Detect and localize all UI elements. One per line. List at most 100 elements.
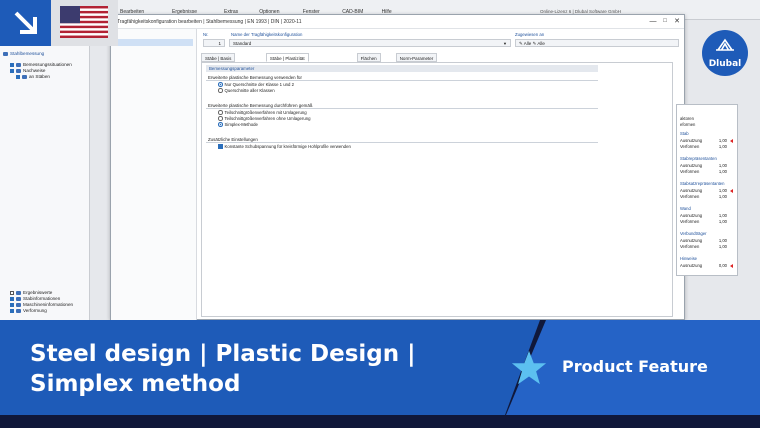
side-item-label: Ausnutzung xyxy=(680,138,703,143)
tree-item[interactable]: Bemessungssituationen xyxy=(10,62,72,67)
radio-option[interactable]: Querschnitte aller Klassen xyxy=(218,88,275,93)
assigned-item-1: Alle xyxy=(523,41,532,46)
minimize-button[interactable]: — xyxy=(648,17,658,26)
tab-3[interactable]: Norm-Parameter xyxy=(395,53,438,62)
option-label: Konstante Schubspannung für kreisförmige… xyxy=(224,144,351,149)
maximize-button[interactable]: □ xyxy=(660,17,670,26)
tree-checkbox[interactable] xyxy=(10,302,14,307)
radio-option[interactable]: Teilschnittgrößenverfahren mit Umlagerun… xyxy=(218,110,307,115)
tree-checkbox[interactable] xyxy=(10,290,14,295)
warning-marker-icon xyxy=(730,263,733,268)
chevron-down-icon[interactable]: ▼ xyxy=(503,40,507,47)
tree-checkbox[interactable] xyxy=(10,296,14,301)
tab-1[interactable]: Stäbe | Plastizität xyxy=(265,53,309,62)
tab-content: Bemessungsparameter Erweiterte plastisch… xyxy=(201,62,673,317)
assigned-item-2: Alle xyxy=(537,41,545,46)
folder-icon xyxy=(16,308,21,313)
option-label: Simplex-Methode xyxy=(224,122,258,127)
tree-item[interactable]: an Stäben xyxy=(16,74,50,79)
tree-item-label: Ergebniswerte xyxy=(23,290,53,295)
side-item-value: 1,00 xyxy=(718,144,727,149)
folder-icon xyxy=(16,62,21,67)
no-field[interactable]: 1 xyxy=(203,39,225,47)
name-field[interactable]: Standard ▼ xyxy=(229,39,511,47)
logo-text: Dlubal xyxy=(708,59,742,69)
tree-item-label: Bemessungssituationen xyxy=(23,62,72,67)
steel-design-icon xyxy=(3,51,8,56)
option-label: Querschnitte aller Klassen xyxy=(224,88,275,93)
warning-marker-icon xyxy=(730,188,733,193)
folder-icon xyxy=(16,290,21,295)
name-label: Name der Tragfähigkeitskonfiguration xyxy=(231,32,303,37)
assigned-label: Zugewiesen an xyxy=(515,32,545,37)
tree-item[interactable]: Nachweise xyxy=(10,68,45,73)
no-label: Nr. xyxy=(203,32,209,37)
radio-option[interactable]: Simplex-Methode xyxy=(218,122,258,127)
option-label: Teilschnittgrößenverfahren ohne Umlageru… xyxy=(224,116,311,121)
radio-option[interactable]: Nur Querschnitte der Klasse 1 und 2 xyxy=(218,82,294,87)
side-item-value: 1,00 xyxy=(718,244,727,249)
checkbox[interactable] xyxy=(218,144,223,149)
side-item-value: 1,00 xyxy=(718,238,727,243)
side-item-label: Ausnutzung xyxy=(680,188,703,193)
folder-icon xyxy=(22,74,27,79)
tree-checkbox[interactable] xyxy=(10,68,14,73)
radio-button[interactable] xyxy=(218,116,223,121)
tree-item-label: Maschineninformationen xyxy=(23,302,74,307)
side-top-label: eformen xyxy=(680,122,696,127)
product-feature-label: Product Feature xyxy=(562,357,708,376)
side-item-label: Ausnutzung xyxy=(680,163,703,168)
side-top-label: aktoren xyxy=(680,116,694,121)
side-item-value: 1,00 xyxy=(718,194,727,199)
folder-icon xyxy=(16,302,21,307)
group-divider xyxy=(206,142,598,143)
pencil-icon: ✎ xyxy=(532,41,537,46)
tab-2[interactable]: Flächen xyxy=(356,53,381,62)
assigned-field[interactable]: ✎ Alle ✎ Alle xyxy=(515,39,679,47)
side-item-value: 1,00 xyxy=(718,213,727,218)
side-item-label: Verformen xyxy=(680,144,700,149)
tree-item-label: Stabinformationen xyxy=(23,296,61,301)
banner-title: Steel design | Plastic Design | Simplex … xyxy=(30,341,416,397)
side-item-value: 1,00 xyxy=(718,138,727,143)
option-label: Teilschnittgrößenverfahren mit Umlagerun… xyxy=(224,110,307,115)
radio-button[interactable] xyxy=(218,122,223,127)
tree-item[interactable]: Maschineninformationen xyxy=(10,302,73,307)
dialog-title: Tragfähigkeitskonfiguration bearbeiten |… xyxy=(117,19,302,25)
side-item-value: 1,00 xyxy=(718,163,727,168)
folder-icon xyxy=(16,68,21,73)
tree-item[interactable]: Stabinformationen xyxy=(10,296,60,301)
radio-button[interactable] xyxy=(218,82,223,87)
tree-item[interactable]: Ergebniswerte xyxy=(10,290,52,295)
arrow-down-right-icon xyxy=(14,11,37,34)
radio-option[interactable]: Teilschnittgrößenverfahren ohne Umlageru… xyxy=(218,116,311,121)
side-section-title: Hinweise xyxy=(680,256,697,261)
radio-button[interactable] xyxy=(218,110,223,115)
navigator-panel: Stahlbemessung Bemessungssituationen Nach… xyxy=(0,20,90,320)
configuration-list xyxy=(111,29,197,321)
close-button[interactable]: ✕ xyxy=(672,17,682,26)
radio-button[interactable] xyxy=(218,88,223,93)
side-item-label: Verformen xyxy=(680,219,700,224)
section-header: Bemessungsparameter xyxy=(206,65,598,72)
tree-checkbox[interactable] xyxy=(10,308,14,313)
us-flag-icon xyxy=(60,6,108,38)
dlubal-logo xyxy=(702,30,748,76)
side-item-label: Ausnutzung xyxy=(680,263,703,268)
pencil-icon: ✎ xyxy=(519,41,523,46)
side-item-value: 1,00 xyxy=(718,219,727,224)
tree-checkbox[interactable] xyxy=(10,62,14,67)
navigator-title: Stahlbemessung xyxy=(3,51,44,56)
bridge-icon xyxy=(716,38,734,51)
language-arrow-box[interactable] xyxy=(0,0,51,46)
dialog-titlebar: Tragfähigkeitskonfiguration bearbeiten |… xyxy=(111,15,684,29)
tab-0[interactable]: Stäbe | Basis xyxy=(201,53,236,62)
tab-bar: Stäbe | Basis Stäbe | Plastizität Flächen N… xyxy=(201,53,471,62)
tree-checkbox[interactable] xyxy=(16,74,20,79)
name-value: Standard xyxy=(233,41,252,46)
tree-item[interactable]: Verformung xyxy=(10,308,47,313)
side-item-label: Verformen xyxy=(680,169,700,174)
checkbox-option[interactable]: Konstante Schubspannung für kreisförmige… xyxy=(218,144,351,149)
selected-configuration-row[interactable] xyxy=(115,39,193,46)
navigator-title-label: Stahlbemessung xyxy=(10,51,45,56)
